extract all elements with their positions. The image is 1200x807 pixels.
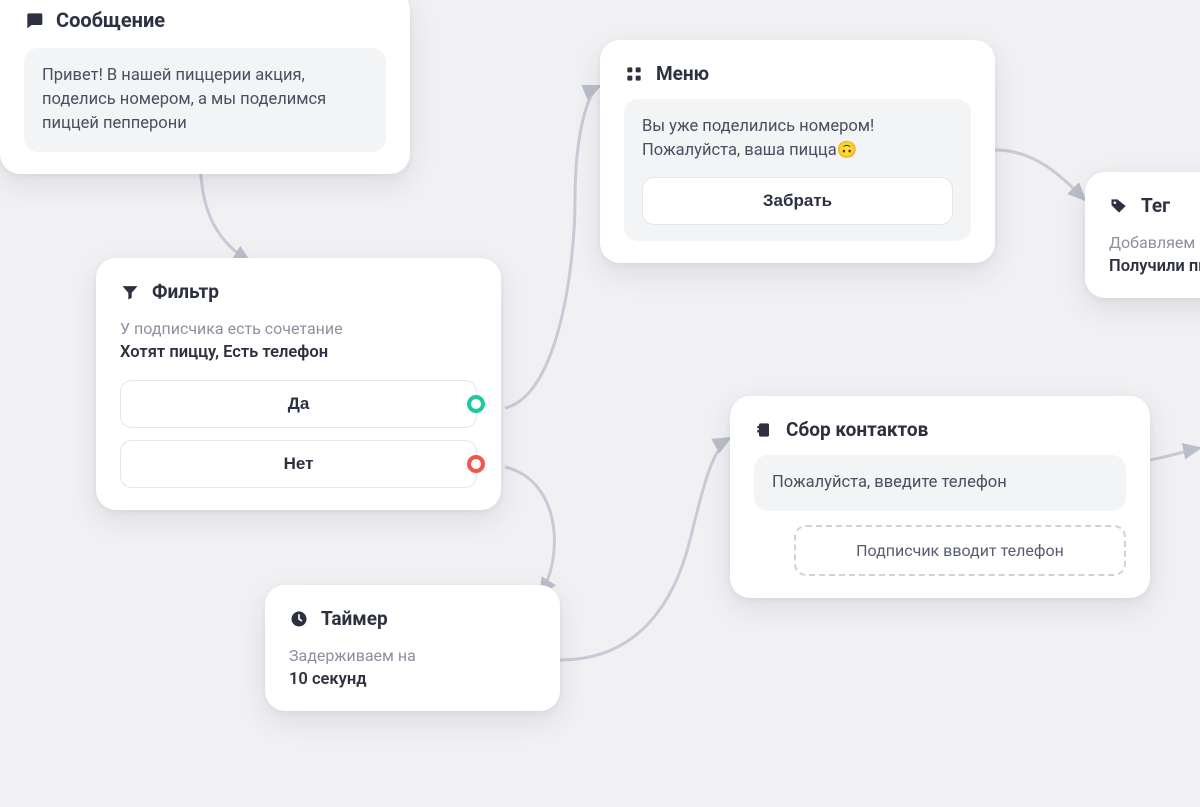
node-filter-condition: Хотят пиццу, Есть телефон <box>120 343 477 362</box>
clock-icon <box>289 609 309 629</box>
port-filter-yes[interactable] <box>467 395 485 413</box>
node-collect-title: Сбор контактов <box>786 418 928 441</box>
node-timer-value: 10 секунд <box>289 670 536 689</box>
node-filter-header: Фильтр <box>120 280 477 303</box>
filter-no-label: Нет <box>284 454 314 473</box>
node-collect-action: Подписчик вводит телефон <box>794 525 1126 576</box>
filter-no-button[interactable]: Нет <box>120 440 477 488</box>
tag-icon <box>1109 196 1129 216</box>
port-filter-no[interactable] <box>467 455 485 473</box>
node-menu[interactable]: Меню Вы уже поделились номером! Пожалуйс… <box>600 40 995 263</box>
node-menu-body: Вы уже поделились номером! Пожалуйста, в… <box>642 115 953 163</box>
menu-pickup-button[interactable]: Забрать <box>642 177 953 225</box>
node-tag-title: Тег <box>1141 194 1170 217</box>
filter-yes-label: Да <box>288 394 310 413</box>
node-tag[interactable]: Тег Добавляем Получили пи <box>1085 172 1200 298</box>
node-collect-header: Сбор контактов <box>754 418 1126 441</box>
node-menu-inner: Вы уже поделились номером! Пожалуйста, в… <box>624 99 971 241</box>
filter-icon <box>120 282 140 302</box>
node-message[interactable]: Сообщение Привет! В нашей пиццерии акция… <box>0 0 410 174</box>
node-message-header: Сообщение <box>24 8 386 32</box>
node-tag-header: Тег <box>1109 194 1200 217</box>
node-filter[interactable]: Фильтр У подписчика есть сочетание Хотят… <box>96 258 501 510</box>
node-menu-header: Меню <box>624 62 971 85</box>
node-message-title: Сообщение <box>56 8 165 32</box>
message-icon <box>24 10 44 30</box>
node-message-body: Привет! В нашей пиццерии акция, поделись… <box>24 48 386 152</box>
filter-yes-button[interactable]: Да <box>120 380 477 428</box>
node-timer[interactable]: Таймер Задерживаем на 10 секунд <box>265 585 560 711</box>
menu-grid-icon <box>624 64 644 84</box>
node-tag-value: Получили пи <box>1109 257 1200 276</box>
node-tag-subtitle: Добавляем <box>1109 231 1200 255</box>
node-menu-title: Меню <box>656 62 709 85</box>
contacts-icon <box>754 420 774 440</box>
node-collect-prompt: Пожалуйста, введите телефон <box>754 455 1126 511</box>
node-collect-contacts[interactable]: Сбор контактов Пожалуйста, введите телеф… <box>730 396 1150 598</box>
node-filter-title: Фильтр <box>152 280 219 303</box>
node-timer-title: Таймер <box>321 607 388 630</box>
node-filter-subtitle: У подписчика есть сочетание <box>120 317 477 341</box>
flow-canvas[interactable]: Сообщение Привет! В нашей пиццерии акция… <box>0 0 1200 807</box>
node-timer-subtitle: Задерживаем на <box>289 644 536 668</box>
node-timer-header: Таймер <box>289 607 536 630</box>
